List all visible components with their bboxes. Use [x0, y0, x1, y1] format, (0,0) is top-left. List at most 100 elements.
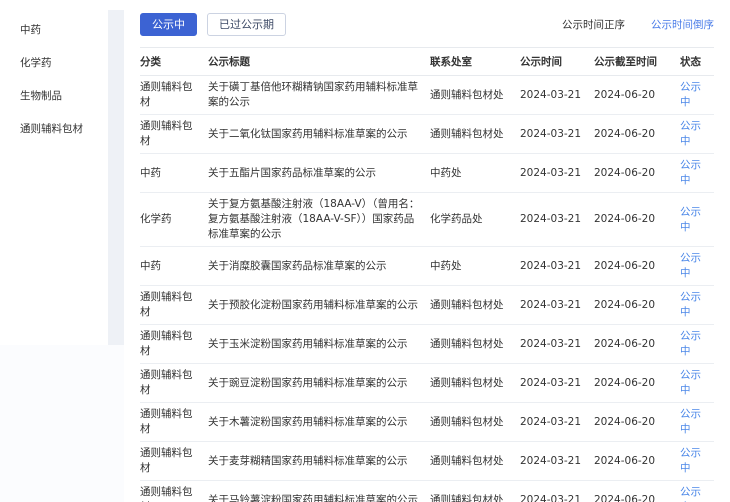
- cell-status: 公示中: [680, 325, 714, 364]
- table-row: 通则辅料包材关于麦芽糊精国家药用辅料标准草案的公示通则辅料包材处2024-03-…: [140, 442, 714, 481]
- cell-publish-date: 2024-03-21: [520, 442, 594, 481]
- status-link[interactable]: 公示中: [680, 447, 701, 474]
- cell-status: 公示中: [680, 193, 714, 247]
- cell-title[interactable]: 关于木薯淀粉国家药用辅料标准草案的公示: [208, 403, 430, 442]
- column-header-department: 联系处室: [430, 48, 520, 76]
- cell-status: 公示中: [680, 247, 714, 286]
- table-row: 通则辅料包材关于马铃薯淀粉国家药用辅料标准草案的公示通则辅料包材处2024-03…: [140, 481, 714, 502]
- table-row: 通则辅料包材关于豌豆淀粉国家药用辅料标准草案的公示通则辅料包材处2024-03-…: [140, 364, 714, 403]
- sort-time-asc-link[interactable]: 公示时间正序: [562, 17, 625, 32]
- cell-publish-date: 2024-03-21: [520, 76, 594, 115]
- cell-department: 通则辅料包材处: [430, 481, 520, 502]
- status-link[interactable]: 公示中: [680, 486, 701, 502]
- toolbar: 公示中 已过公示期 公示时间正序 公示时间倒序: [124, 0, 730, 36]
- cell-publish-date: 2024-03-21: [520, 286, 594, 325]
- column-header-title: 公示标题: [208, 48, 430, 76]
- cell-end-date: 2024-06-20: [594, 325, 680, 364]
- status-link[interactable]: 公示中: [680, 252, 701, 279]
- cell-title[interactable]: 关于马铃薯淀粉国家药用辅料标准草案的公示: [208, 481, 430, 502]
- cell-title[interactable]: 关于豌豆淀粉国家药用辅料标准草案的公示: [208, 364, 430, 403]
- cell-title[interactable]: 关于麦芽糊精国家药用辅料标准草案的公示: [208, 442, 430, 481]
- cell-title[interactable]: 关于预胶化淀粉国家药用辅料标准草案的公示: [208, 286, 430, 325]
- cell-status: 公示中: [680, 442, 714, 481]
- status-link[interactable]: 公示中: [680, 291, 701, 318]
- cell-department: 化学药品处: [430, 193, 520, 247]
- status-link[interactable]: 公示中: [680, 408, 701, 435]
- cell-category: 通则辅料包材: [140, 286, 208, 325]
- cell-category: 通则辅料包材: [140, 325, 208, 364]
- tab-past-publicity[interactable]: 已过公示期: [207, 13, 286, 36]
- cell-status: 公示中: [680, 154, 714, 193]
- sort-links: 公示时间正序 公示时间倒序: [562, 17, 714, 32]
- cell-category: 通则辅料包材: [140, 442, 208, 481]
- table-row: 通则辅料包材关于木薯淀粉国家药用辅料标准草案的公示通则辅料包材处2024-03-…: [140, 403, 714, 442]
- cell-status: 公示中: [680, 286, 714, 325]
- table-row: 通则辅料包材关于玉米淀粉国家药用辅料标准草案的公示通则辅料包材处2024-03-…: [140, 325, 714, 364]
- cell-category: 通则辅料包材: [140, 481, 208, 502]
- cell-department: 通则辅料包材处: [430, 325, 520, 364]
- cell-publish-date: 2024-03-21: [520, 115, 594, 154]
- cell-status: 公示中: [680, 481, 714, 502]
- cell-department: 通则辅料包材处: [430, 364, 520, 403]
- cell-publish-date: 2024-03-21: [520, 364, 594, 403]
- column-header-publish-date: 公示时间: [520, 48, 594, 76]
- sidebar-item-huaxueyao[interactable]: 化学药: [0, 46, 108, 79]
- page-background-lower: [0, 345, 124, 502]
- cell-status: 公示中: [680, 364, 714, 403]
- status-link[interactable]: 公示中: [680, 81, 701, 108]
- cell-department: 通则辅料包材处: [430, 442, 520, 481]
- cell-category: 通则辅料包材: [140, 76, 208, 115]
- sort-time-desc-link[interactable]: 公示时间倒序: [651, 17, 714, 32]
- cell-publish-date: 2024-03-21: [520, 481, 594, 502]
- table-row: 化学药关于复方氨基酸注射液（18AA-V）（曾用名：复方氨基酸注射液（18AA-…: [140, 193, 714, 247]
- main-panel: 公示中 已过公示期 公示时间正序 公示时间倒序 分类 公示标题 联系处室 公示时…: [124, 0, 730, 502]
- cell-status: 公示中: [680, 76, 714, 115]
- cell-end-date: 2024-06-20: [594, 442, 680, 481]
- cell-title[interactable]: 关于五酯片国家药品标准草案的公示: [208, 154, 430, 193]
- status-link[interactable]: 公示中: [680, 369, 701, 396]
- cell-end-date: 2024-06-20: [594, 247, 680, 286]
- cell-category: 中药: [140, 154, 208, 193]
- cell-title[interactable]: 关于玉米淀粉国家药用辅料标准草案的公示: [208, 325, 430, 364]
- cell-end-date: 2024-06-20: [594, 481, 680, 502]
- cell-end-date: 2024-06-20: [594, 193, 680, 247]
- cell-title[interactable]: 关于消糜胶囊国家药品标准草案的公示: [208, 247, 430, 286]
- table-row: 中药关于消糜胶囊国家药品标准草案的公示中药处2024-03-212024-06-…: [140, 247, 714, 286]
- table-row: 通则辅料包材关于预胶化淀粉国家药用辅料标准草案的公示通则辅料包材处2024-03…: [140, 286, 714, 325]
- cell-title[interactable]: 关于磺丁基倍他环糊精钠国家药用辅料标准草案的公示: [208, 76, 430, 115]
- cell-status: 公示中: [680, 403, 714, 442]
- cell-publish-date: 2024-03-21: [520, 193, 594, 247]
- cell-category: 化学药: [140, 193, 208, 247]
- sidebar-gap: [108, 10, 124, 345]
- column-header-status: 状态: [680, 48, 714, 76]
- table-row: 通则辅料包材关于磺丁基倍他环糊精钠国家药用辅料标准草案的公示通则辅料包材处202…: [140, 76, 714, 115]
- status-link[interactable]: 公示中: [680, 330, 701, 357]
- sidebar-item-tongzefuliaobaocai[interactable]: 通则辅料包材: [0, 112, 108, 145]
- column-header-category: 分类: [140, 48, 208, 76]
- cell-end-date: 2024-06-20: [594, 115, 680, 154]
- column-header-end-date: 公示截至时间: [594, 48, 680, 76]
- cell-category: 通则辅料包材: [140, 403, 208, 442]
- cell-publish-date: 2024-03-21: [520, 247, 594, 286]
- cell-publish-date: 2024-03-21: [520, 154, 594, 193]
- notice-table: 分类 公示标题 联系处室 公示时间 公示截至时间 状态 通则辅料包材关于磺丁基倍…: [140, 47, 714, 502]
- cell-status: 公示中: [680, 115, 714, 154]
- cell-category: 通则辅料包材: [140, 115, 208, 154]
- cell-title[interactable]: 关于复方氨基酸注射液（18AA-V）（曾用名：复方氨基酸注射液（18AA-V-S…: [208, 193, 430, 247]
- status-link[interactable]: 公示中: [680, 159, 701, 186]
- cell-title[interactable]: 关于二氧化钛国家药用辅料标准草案的公示: [208, 115, 430, 154]
- cell-department: 中药处: [430, 154, 520, 193]
- cell-end-date: 2024-06-20: [594, 76, 680, 115]
- cell-department: 通则辅料包材处: [430, 115, 520, 154]
- cell-department: 中药处: [430, 247, 520, 286]
- cell-publish-date: 2024-03-21: [520, 403, 594, 442]
- tab-in-publicity[interactable]: 公示中: [140, 13, 197, 36]
- status-link[interactable]: 公示中: [680, 120, 701, 147]
- cell-publish-date: 2024-03-21: [520, 325, 594, 364]
- sidebar-item-zhongyao[interactable]: 中药: [0, 13, 108, 46]
- status-link[interactable]: 公示中: [680, 206, 701, 233]
- table-header-row: 分类 公示标题 联系处室 公示时间 公示截至时间 状态: [140, 48, 714, 76]
- sidebar-item-shengwuzhipin[interactable]: 生物制品: [0, 79, 108, 112]
- cell-end-date: 2024-06-20: [594, 403, 680, 442]
- cell-category: 中药: [140, 247, 208, 286]
